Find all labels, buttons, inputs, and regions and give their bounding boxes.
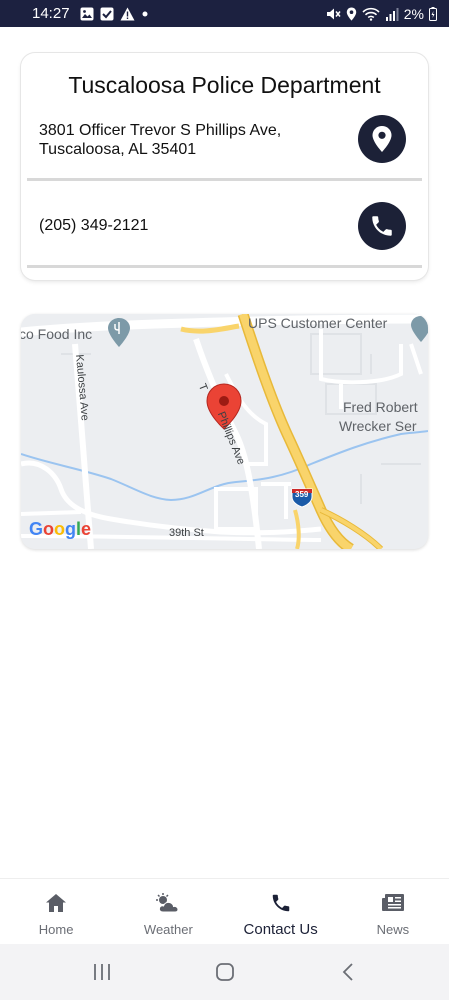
phone-icon	[372, 216, 392, 236]
google-logo-o1: o	[43, 519, 55, 539]
nav-label-contact: Contact Us	[243, 921, 318, 938]
bottom-nav: Home Weather Contact Us News	[0, 878, 449, 944]
back-icon[interactable]	[328, 952, 368, 992]
nav-item-home[interactable]: Home	[0, 879, 112, 944]
dot-icon	[141, 10, 149, 18]
address-text: 3801 Officer Trevor S Phillips Ave, Tusc…	[39, 122, 282, 158]
map-label-fred-2: Wrecker Ser	[339, 418, 417, 434]
map-label-39th: 39th St	[169, 527, 204, 539]
status-left: 14:27	[32, 5, 149, 22]
nav-item-contact[interactable]: Contact Us	[225, 879, 337, 944]
recent-apps-icon[interactable]	[82, 952, 122, 992]
nav-label-home: Home	[38, 922, 74, 937]
map-label-ups: UPS Customer Center	[248, 315, 388, 331]
interstate-shield-label: 359	[295, 490, 309, 499]
nav-item-news[interactable]: News	[337, 879, 449, 944]
google-logo-g2: g	[65, 519, 77, 539]
call-button[interactable]	[358, 202, 406, 250]
department-title: Tuscaloosa Police Department	[68, 72, 381, 98]
home-circle-icon[interactable]	[205, 952, 245, 992]
gallery-icon	[80, 7, 94, 21]
signal-icon	[385, 7, 399, 21]
checkbox-icon	[100, 7, 114, 21]
directions-button[interactable]	[358, 115, 406, 163]
google-logo-e: e	[81, 519, 92, 539]
nav-item-weather[interactable]: Weather	[112, 879, 224, 944]
system-nav-bar	[0, 944, 449, 1000]
wifi-icon	[362, 7, 380, 21]
home-icon	[45, 891, 67, 915]
contact-card: Tuscaloosa Police Department 3801 Office…	[21, 53, 428, 280]
nav-label-news: News	[376, 922, 410, 937]
phone-icon	[270, 891, 292, 915]
mute-icon	[326, 7, 341, 21]
google-logo: Google	[29, 519, 91, 540]
battery-percent: 2%	[403, 5, 424, 22]
battery-icon	[429, 6, 437, 21]
location-pin-icon	[372, 126, 392, 152]
news-icon	[381, 891, 405, 915]
phone-row[interactable]: (205) 349-2121	[27, 181, 422, 268]
status-time: 14:27	[32, 5, 70, 22]
warning-icon	[120, 7, 135, 21]
location-icon	[346, 7, 357, 21]
status-bar: 14:27 2%	[0, 0, 449, 27]
google-logo-o2: o	[54, 519, 66, 539]
phone-text: (205) 349-2121	[39, 217, 149, 234]
status-right: 2%	[326, 6, 437, 22]
google-logo-g: G	[29, 519, 44, 539]
map-view[interactable]: co Food Inc UPS Customer Center Fred Rob…	[21, 314, 428, 549]
map-label-food: co Food Inc	[21, 326, 93, 342]
address-row[interactable]: 3801 Officer Trevor S Phillips Ave, Tusc…	[27, 113, 422, 181]
weather-icon	[155, 891, 181, 915]
nav-label-weather: Weather	[143, 922, 193, 937]
map-label-fred-1: Fred Robert	[343, 399, 418, 415]
